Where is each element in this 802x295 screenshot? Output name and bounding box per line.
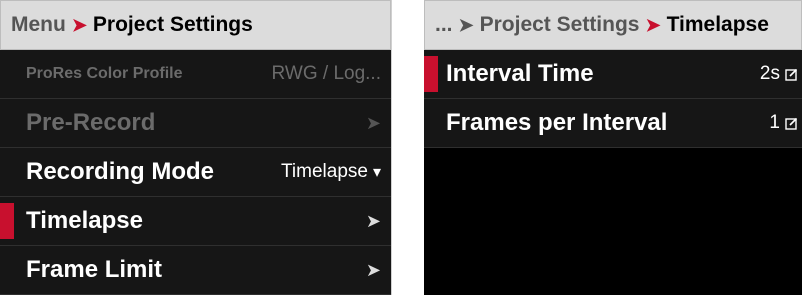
menu-item-value: RWG / Log... — [271, 63, 381, 84]
chevron-right-icon: ➤ — [365, 259, 381, 280]
menu-item-pre-record[interactable]: Pre-Record ➤ — [0, 99, 391, 148]
selection-indicator — [424, 56, 438, 92]
breadcrumb-item-project-settings[interactable]: Project Settings — [480, 13, 640, 37]
chevron-right-icon: ➤ — [365, 112, 381, 133]
chevron-down-icon: ▾ — [372, 164, 381, 181]
menu-item-interval-time[interactable]: Interval Time 2s — [424, 50, 802, 99]
menu-item-value: 1 — [769, 112, 798, 134]
recording-mode-value: Timelapse — [281, 161, 368, 182]
chevron-right-icon: ➤ — [365, 210, 381, 231]
selection-indicator — [0, 203, 14, 239]
menu-item-label: Pre-Record — [26, 109, 156, 136]
menu-item-label: ProRes Color Profile — [26, 65, 183, 82]
breadcrumb-separator-icon: ➤ — [71, 14, 87, 35]
menu-item-value: 2s — [760, 63, 798, 85]
menu-panel-timelapse: ... ➤ Project Settings ➤ Timelapse Inter… — [424, 0, 802, 295]
breadcrumb-separator-icon: ➤ — [458, 14, 474, 35]
menu-item-recording-mode[interactable]: Recording Mode Timelapse ▾ — [0, 148, 391, 197]
edit-icon[interactable] — [785, 68, 798, 81]
menu-item-label: Frame Limit — [26, 256, 163, 283]
menu-item-label: Interval Time — [446, 60, 594, 87]
breadcrumb-item-current: Project Settings — [92, 13, 253, 36]
menu-item-label: Recording Mode — [26, 158, 215, 185]
menu-item-frames-per-interval[interactable]: Frames per Interval 1 — [424, 99, 802, 148]
breadcrumb-item-current: Timelapse — [666, 13, 769, 36]
edit-icon[interactable] — [785, 117, 798, 130]
recording-mode-select[interactable]: Timelapse ▾ — [281, 161, 381, 183]
menu-item-label: Frames per Interval — [446, 109, 668, 136]
menu-item-label: Timelapse — [26, 207, 143, 234]
menu-panel-project-settings: Menu ➤ Project Settings ProRes Color Pro… — [0, 0, 392, 295]
breadcrumb-separator-icon: ➤ — [645, 14, 661, 35]
menu-item-frame-limit[interactable]: Frame Limit ➤ — [0, 246, 391, 295]
breadcrumb: ... ➤ Project Settings ➤ Timelapse — [424, 0, 802, 50]
frames-per-interval-value: 1 — [769, 112, 780, 133]
breadcrumb: Menu ➤ Project Settings — [0, 0, 391, 50]
interval-time-value: 2s — [759, 63, 780, 84]
menu-item-timelapse[interactable]: Timelapse ➤ — [0, 197, 391, 246]
breadcrumb-item-ellipsis[interactable]: ... — [435, 13, 453, 37]
menu-item-prores-color-profile[interactable]: ProRes Color Profile RWG / Log... — [0, 50, 391, 99]
breadcrumb-item-menu[interactable]: Menu — [11, 13, 66, 37]
